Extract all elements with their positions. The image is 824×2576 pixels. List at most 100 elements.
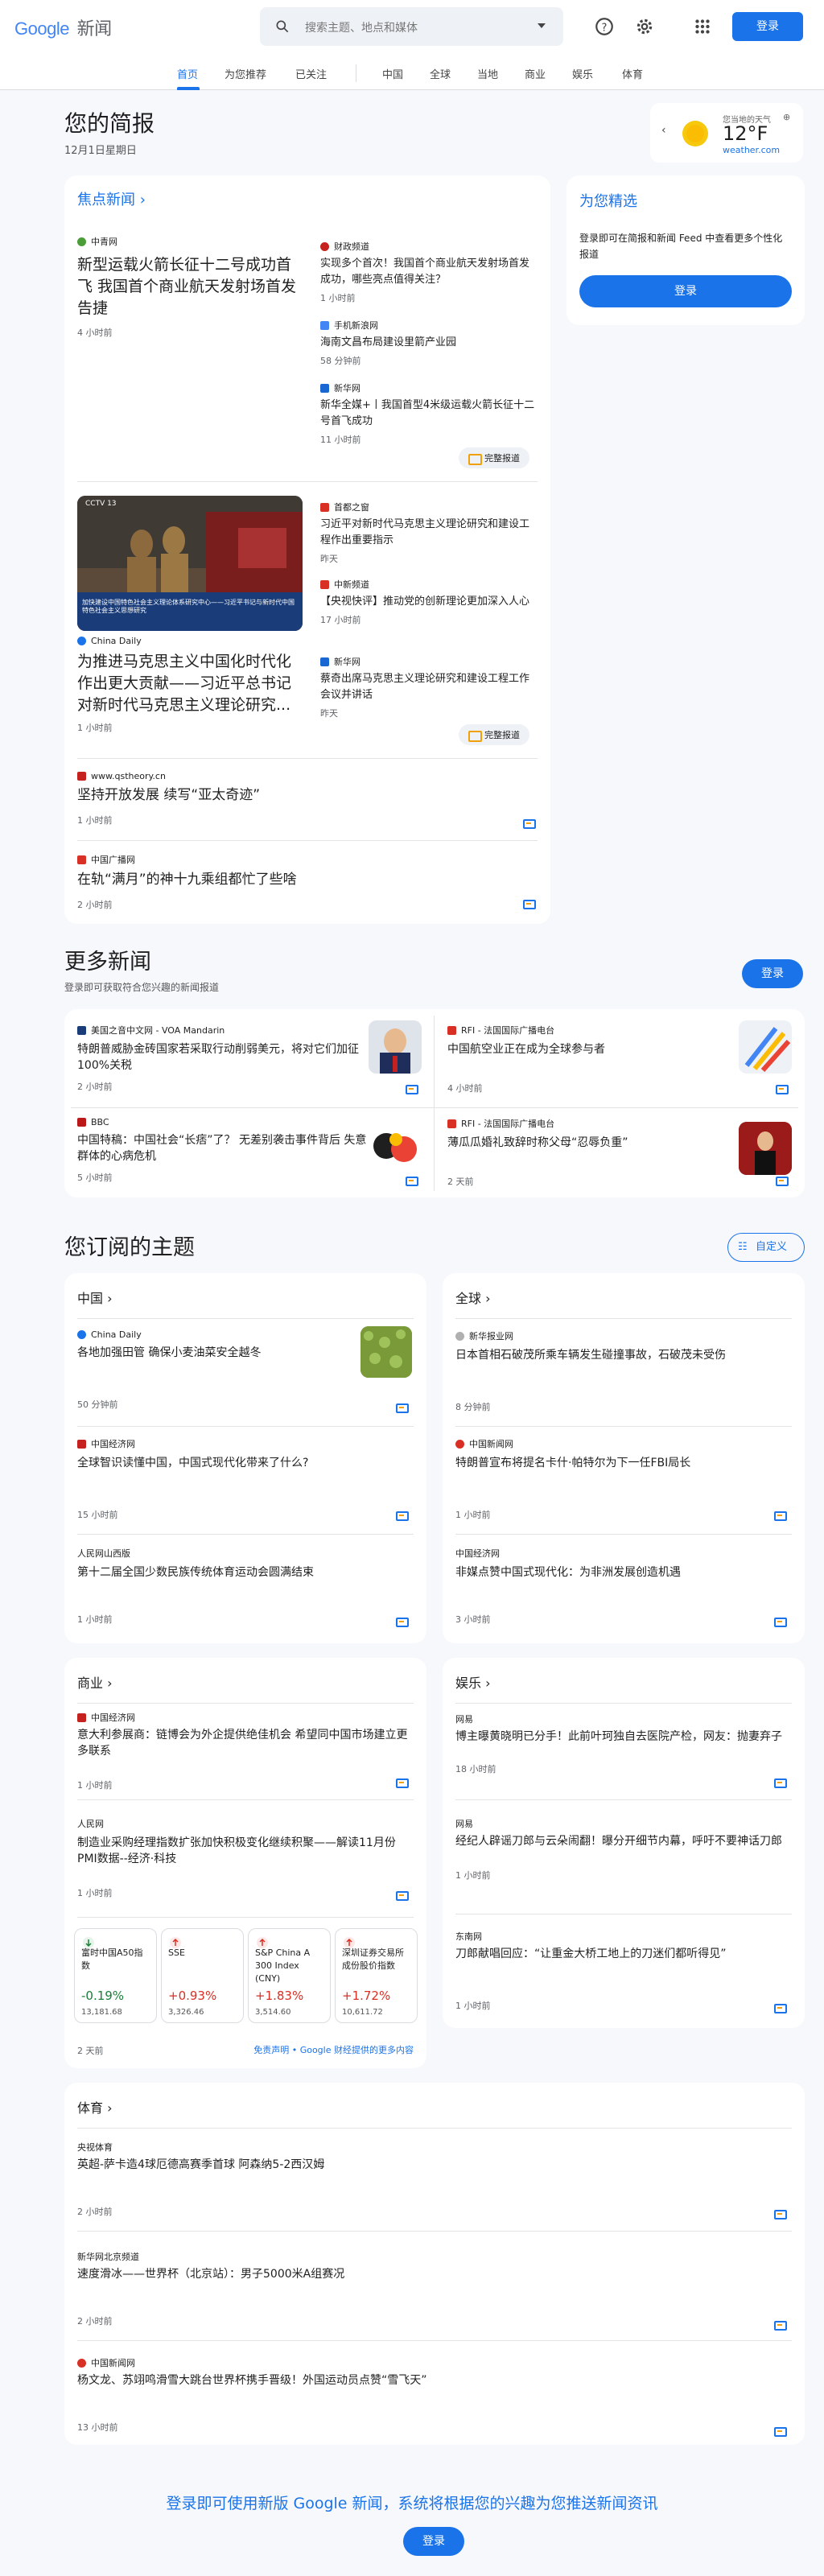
chevron-left-icon[interactable]: ‹ [661, 124, 666, 137]
headline[interactable]: 中国航空业正在成为全球参与者 [447, 1041, 737, 1057]
headline[interactable]: 薄瓜瓜婚礼致辞时称父母“忍辱负重” [447, 1135, 737, 1151]
full-coverage-icon[interactable] [774, 1511, 787, 1521]
tab-home[interactable]: 首页 [177, 66, 198, 81]
list-item[interactable]: 人民网 制造业采购经理指数扩张加快积极变化继续积聚——解读11月份PMI数据--… [77, 1817, 414, 1899]
disclaimer-link[interactable]: 免责声明 • Google 财经提供的更多内容 [253, 2043, 414, 2056]
tab-business[interactable]: 商业 [525, 66, 546, 81]
full-coverage-icon[interactable] [774, 1778, 787, 1788]
story-side[interactable]: 新华网 新华全媒+丨我国首型4米级运载火箭长征十二号首飞成功 11 小时前 [320, 381, 539, 446]
headline[interactable]: 速度滑冰——世界杯（北京站）：男子5000米A组赛况 [77, 2266, 792, 2282]
stock-quote-card[interactable]: S&P China A 300 Index (CNY) +1.83% 3,514… [248, 1928, 331, 2023]
story-side[interactable]: 财政频道 实现多个首次！我国首个商业航天发射场首发成功，哪些亮点值得关注？ 1 … [320, 240, 539, 304]
tab-china[interactable]: 中国 [382, 66, 403, 81]
full-coverage-icon[interactable] [523, 819, 536, 829]
headline[interactable]: 各地加强田管 确保小麦油菜安全越冬 [77, 1345, 343, 1361]
story-thumbnail[interactable] [739, 1122, 792, 1175]
headline[interactable]: 全球智识读懂中国，中国式现代化带来了什么? [77, 1455, 414, 1471]
google-news-logo[interactable]: Google 新闻 [14, 14, 112, 40]
list-item[interactable]: 中国经济网 非媒点赞中国式现代化：为非洲发展创造机遇 3 小时前 [455, 1547, 792, 1626]
list-item[interactable]: 新华报业网 日本首相石破茂所乘车辆发生碰撞事故，石破茂未受伤 8 分钟前 [455, 1329, 792, 1413]
story-thumbnail[interactable] [739, 1020, 792, 1074]
headline[interactable]: 非媒点赞中国式现代化：为非洲发展创造机遇 [455, 1564, 792, 1581]
full-coverage-icon[interactable] [406, 1085, 418, 1094]
weather-widget[interactable]: ‹ 您当地的天气 ⊕ 12°F weather.com [650, 103, 803, 163]
topic-heading[interactable]: 商业 › [77, 1672, 113, 1692]
list-item[interactable]: RFI - 法国国际广播电台 薄瓜瓜婚礼致辞时称父母“忍辱负重” 2 天前 [447, 1117, 737, 1188]
headline[interactable]: 特朗普威胁金砖国家若采取行动削弱美元，将对它们加征100%关税 [77, 1041, 367, 1074]
story-single[interactable]: www.qstheory.cn 坚持开放发展 续写“亚太奇迹” 1 小时前 [77, 771, 536, 826]
info-icon[interactable]: ⊕ [783, 112, 790, 122]
headline[interactable]: 习近平对新时代马克思主义理论研究和建设工程作出重要指示 [320, 517, 539, 549]
headline[interactable]: 博主曝黄晓明已分手！此前叶珂独自去医院产检，网友：抛妻弃子 [455, 1729, 792, 1745]
list-item[interactable]: 中国经济网 全球智识读懂中国，中国式现代化带来了什么? 15 小时前 [77, 1437, 414, 1521]
story-side[interactable]: 中新频道 【央视快评】推动党的创新理论更加深入人心 17 小时前 [320, 578, 539, 626]
headline[interactable]: 特朗普宣布将提名卡什·帕特尔为下一任FBI局长 [455, 1455, 792, 1471]
stock-quote-card[interactable]: SSE +0.93% 3,326.46 [161, 1928, 244, 2023]
customize-button[interactable]: ☷ 自定义 [727, 1233, 805, 1262]
story-side[interactable]: 首都之窗 习近平对新时代马克思主义理论研究和建设工程作出重要指示 昨天 [320, 501, 539, 565]
stock-quote-card[interactable]: 深圳证券交易所成份股价指数 +1.72% 10,611.72 [335, 1928, 418, 2023]
headline[interactable]: 经纪人辟谣刀郎与云朵闹翻！曝分开细节内幕，呼吁不要神话刀郎 [455, 1833, 792, 1849]
headline[interactable]: 中国特稿：中国社会“长痞”了？ 无差别袭击事件背后 失意群体的心病危机 [77, 1132, 367, 1164]
headline[interactable]: 第十二届全国少数民族传统体育运动会圆满结束 [77, 1564, 414, 1581]
top-stories-heading[interactable]: 焦点新闻 › [77, 188, 146, 209]
headline[interactable]: 蔡奇出席马克思主义理论研究和建设工程工作会议并讲话 [320, 671, 539, 703]
story-side[interactable]: 新华网 蔡奇出席马克思主义理论研究和建设工程工作会议并讲话 昨天 [320, 655, 539, 719]
full-coverage-icon[interactable] [776, 1177, 789, 1186]
full-coverage-icon[interactable] [396, 1891, 409, 1901]
list-item[interactable]: 新华网北京频道 速度滑冰——世界杯（北京站）：男子5000米A组赛况 2 小时前 [77, 2250, 792, 2327]
list-item[interactable]: 人民网山西版 第十二届全国少数民族传统体育运动会圆满结束 1 小时前 [77, 1547, 414, 1626]
full-coverage-icon[interactable] [774, 2210, 787, 2219]
full-coverage-icon[interactable] [396, 1403, 409, 1413]
weather-source-link[interactable]: weather.com [723, 145, 780, 155]
list-item[interactable]: China Daily 各地加强田管 确保小麦油菜安全越冬 50 分钟前 [77, 1329, 343, 1411]
headline[interactable]: 刀郎献唱回应：“让重金大桥工地上的刀迷们都听得见” [455, 1946, 792, 1962]
list-item[interactable]: 网易 博主曝黄晓明已分手！此前叶珂独自去医院产检，网友：抛妻弃子 18 小时前 [455, 1713, 792, 1775]
story-thumbnail[interactable] [360, 1326, 412, 1378]
headline[interactable]: 海南文昌布局建设里箭产业园 [320, 335, 539, 351]
list-item[interactable]: RFI - 法国国际广播电台 中国航空业正在成为全球参与者 4 小时前 [447, 1024, 737, 1094]
story-side[interactable]: 手机新浪网 海南文昌布局建设里箭产业园 58 分钟前 [320, 319, 539, 367]
tab-entertainment[interactable]: 娱乐 [572, 66, 593, 81]
tab-for-you[interactable]: 为您推荐 [225, 66, 266, 81]
full-coverage-icon[interactable] [406, 1177, 418, 1186]
headline[interactable]: 制造业采购经理指数扩张加快积极变化继续积聚——解读11月份PMI数据--经济·科… [77, 1835, 414, 1867]
footer-sign-in-button[interactable]: 登录 [403, 2527, 464, 2556]
tab-local[interactable]: 当地 [477, 66, 498, 81]
topic-heading[interactable]: 体育 › [77, 2097, 113, 2116]
list-item[interactable]: 网易 经纪人辟谣刀郎与云朵闹翻！曝分开细节内幕，呼吁不要神话刀郎 1 小时前 [455, 1817, 792, 1882]
list-item[interactable]: BBC 中国特稿：中国社会“长痞”了？ 无差别袭击事件背后 失意群体的心病危机 … [77, 1117, 367, 1184]
topic-heading[interactable]: 全球 › [455, 1288, 491, 1307]
full-coverage-button[interactable]: 完整报道 [459, 724, 529, 745]
headline[interactable]: 实现多个首次！我国首个商业航天发射场首发成功，哪些亮点值得关注？ [320, 256, 539, 288]
list-item[interactable]: 东南网 刀郎献唱回应：“让重金大桥工地上的刀迷们都听得见” 1 小时前 [455, 1930, 792, 2012]
more-news-sign-in-button[interactable]: 登录 [742, 959, 803, 988]
headline[interactable]: 新型运载火箭长征十二号成功首飞 我国首个商业航天发射场首发告捷 [77, 254, 306, 319]
gear-icon[interactable] [634, 16, 655, 37]
full-coverage-button[interactable]: 完整报道 [459, 447, 529, 468]
topic-heading[interactable]: 娱乐 › [455, 1672, 491, 1692]
story-main[interactable]: 中青网 新型运载火箭长征十二号成功首飞 我国首个商业航天发射场首发告捷 4 小时… [77, 235, 306, 339]
tab-world[interactable]: 全球 [430, 66, 451, 81]
headline[interactable]: 坚持开放发展 续写“亚太奇迹” [77, 786, 536, 804]
list-item[interactable]: 中国经济网 意大利参展商：链博会为外企提供绝佳机会 希望同中国市场建立更多联系 … [77, 1711, 414, 1791]
full-coverage-icon[interactable] [774, 2004, 787, 2013]
search-input[interactable]: 搜索主题、地点和媒体 [305, 19, 418, 35]
help-icon[interactable]: ? [594, 16, 615, 37]
list-item[interactable]: 中国新闻网 杨文龙、苏翊鸣滑雪大跳台世界杯携手晋级！外国运动员点赞“雪飞天” 1… [77, 2356, 792, 2434]
headline[interactable]: 日本首相石破茂所乘车辆发生碰撞事故，石破茂未受伤 [455, 1347, 792, 1363]
full-coverage-icon[interactable] [776, 1085, 789, 1094]
list-item[interactable]: 央视体育 英超-萨卡造4球厄德高赛季首球 阿森纳5-2西汉姆 2 小时前 [77, 2141, 792, 2218]
sign-in-button[interactable]: 登录 [732, 12, 803, 41]
headline[interactable]: 意大利参展商：链博会为外企提供绝佳机会 希望同中国市场建立更多联系 [77, 1727, 414, 1759]
story-thumbnail[interactable] [369, 1020, 422, 1074]
headline[interactable]: 杨文龙、苏翊鸣滑雪大跳台世界杯携手晋级！外国运动员点赞“雪飞天” [77, 2372, 792, 2388]
headline[interactable]: 英超-萨卡造4球厄德高赛季首球 阿森纳5-2西汉姆 [77, 2157, 792, 2173]
full-coverage-icon[interactable] [523, 900, 536, 909]
full-coverage-icon[interactable] [774, 2427, 787, 2437]
headline[interactable]: 在轨“满月”的神十九乘组都忙了些啥 [77, 871, 536, 888]
headline[interactable]: 【央视快评】推动党的创新理论更加深入人心 [320, 594, 539, 610]
full-coverage-icon[interactable] [396, 1618, 409, 1627]
search-bar[interactable]: 搜索主题、地点和媒体 [260, 7, 563, 46]
tab-following[interactable]: 已关注 [295, 66, 327, 81]
